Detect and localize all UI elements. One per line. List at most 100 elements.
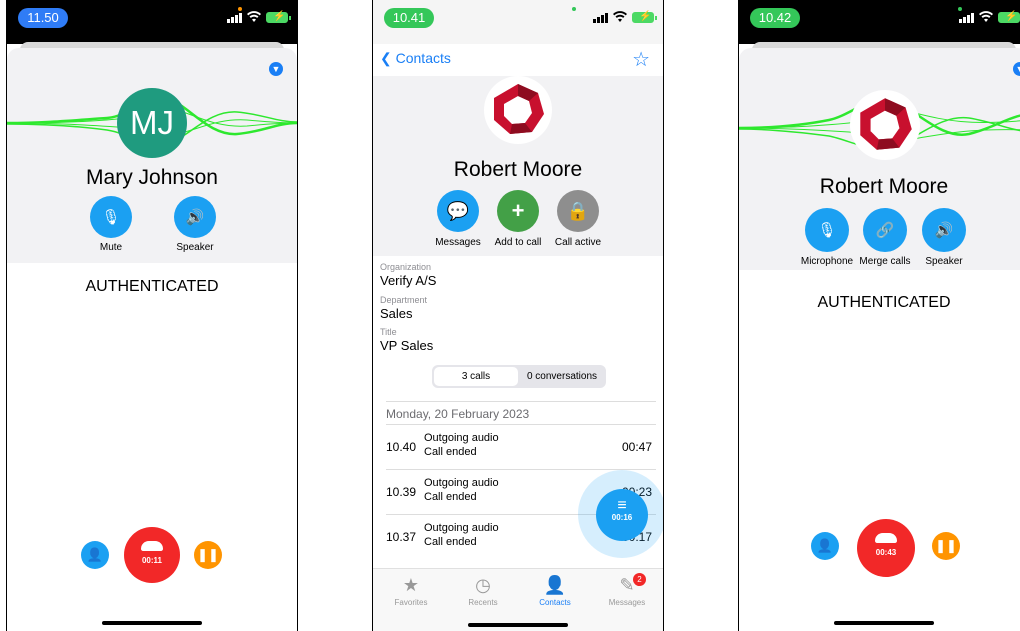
call-screen-mary-johnson: 11.50 ⚡ ▼ MJ Mary Johnson 🎙 Mute 🔊 Speak… [6, 0, 298, 631]
status-bar: 10.42 ⚡ [738, 0, 1020, 44]
call-active-button[interactable]: 🔒 [557, 190, 599, 232]
call-status: Call ended [424, 536, 477, 548]
end-call-button[interactable]: 00:43 [857, 519, 915, 577]
home-indicator[interactable] [468, 623, 568, 627]
organization-value: Verify A/S [380, 273, 437, 288]
speaker-icon: 🔊 [185, 209, 205, 226]
hang-up-icon [875, 533, 897, 543]
call-time: 10.37 [386, 530, 417, 544]
wifi-icon [247, 11, 261, 22]
battery-icon: ⚡ [998, 11, 1020, 23]
call-screen-robert-moore: 10.42 ⚡ ▼ Robert Moore 🎙 Microphone 🔗 Me… [738, 0, 1020, 631]
call-sheet: ▼ MJ Mary Johnson 🎙 Mute 🔊 Speaker AUTHE… [7, 48, 297, 631]
auth-status: AUTHENTICATED [85, 278, 219, 295]
cellular-signal-icon [227, 12, 242, 23]
favorite-star-icon[interactable]: ☆ [632, 47, 650, 72]
active-call-timer: 00:16 [611, 513, 633, 522]
speaker-button[interactable]: 🔊 [922, 208, 966, 252]
status-time: 11.50 [18, 8, 68, 28]
speaker-label: Speaker [925, 256, 963, 267]
speaker-label: Speaker [176, 242, 214, 253]
back-button[interactable]: ❮ Contacts [380, 50, 451, 67]
back-label: Contacts [395, 50, 451, 66]
hold-button[interactable]: ❚❚ [194, 541, 222, 569]
chevron-down-icon[interactable]: ▼ [269, 62, 283, 76]
contact-name: Mary Johnson [86, 166, 218, 189]
active-call-fab[interactable]: ≡ 00:16 [596, 489, 648, 541]
contact-details-robert-moore: 10.41 ⚡ ❮ Contacts ☆ Robert Moore 💬 Mess… [372, 0, 664, 631]
department-label: Department [380, 295, 428, 305]
organization-label: Organization [380, 262, 432, 272]
chat-icon: 💬 [446, 200, 470, 221]
contact-name: Robert Moore [453, 158, 583, 181]
tab-favorites[interactable]: ★ Favorites [381, 575, 441, 607]
clock-icon: ◷ [475, 575, 491, 595]
star-icon: ★ [402, 575, 420, 595]
add-participant-button[interactable]: 👤 [81, 541, 109, 569]
tab-bar: ★ Favorites ◷ Recents 👤 Contacts ✎ 2 Mes… [373, 568, 663, 631]
auth-status: AUTHENTICATED [817, 294, 951, 311]
call-type: Outgoing audio [424, 522, 499, 534]
status-time: 10.41 [384, 8, 434, 28]
tab-label: Favorites [394, 598, 428, 607]
call-timer: 00:43 [875, 548, 897, 557]
segment-conversations[interactable]: 0 conversations [520, 367, 604, 386]
speaker-icon: 🔊 [934, 222, 954, 239]
hold-button[interactable]: ❚❚ [932, 532, 960, 560]
date-header: Monday, 20 February 2023 [386, 407, 530, 421]
call-active-label: Call active [554, 237, 602, 248]
title-label: Title [380, 327, 397, 337]
add-participant-icon: 👤 [816, 538, 834, 553]
speaker-button[interactable]: 🔊 [174, 196, 216, 238]
microphone-icon: 🎙 [101, 209, 121, 226]
microphone-button[interactable]: 🎙 [805, 208, 849, 252]
tab-label: Recents [468, 598, 498, 607]
chevron-left-icon: ❮ [380, 50, 392, 66]
status-bar: 10.41 ⚡ [372, 0, 664, 44]
pause-icon: ❚❚ [935, 538, 957, 553]
status-bar: 11.50 ⚡ [6, 0, 298, 44]
wifi-icon [979, 11, 993, 22]
company-logo [850, 90, 920, 160]
mute-button[interactable]: 🎙 [90, 196, 132, 238]
call-status: Call ended [424, 491, 477, 503]
home-indicator[interactable] [102, 621, 202, 625]
plus-icon: + [511, 198, 525, 223]
tab-messages[interactable]: ✎ 2 Messages [597, 573, 657, 607]
contact-name: Robert Moore [819, 175, 949, 198]
cellular-signal-icon [593, 12, 608, 23]
call-sheet: ▼ Robert Moore 🎙 Microphone 🔗 Merge call… [739, 48, 1020, 631]
add-participant-icon: 👤 [86, 547, 104, 562]
unread-badge: 2 [633, 573, 646, 586]
history-segmented-control: 3 calls 0 conversations [432, 365, 606, 388]
battery-icon: ⚡ [632, 11, 657, 23]
link-icon: 🔗 [875, 222, 895, 239]
add-to-call-button[interactable]: + [497, 190, 539, 232]
camera-in-use-dot [572, 7, 576, 11]
end-call-button[interactable]: 00:11 [124, 527, 180, 583]
chevron-down-icon[interactable]: ▼ [1013, 62, 1020, 76]
messages-button[interactable]: 💬 [437, 190, 479, 232]
call-time: 10.40 [386, 440, 417, 454]
add-participant-button[interactable]: 👤 [811, 532, 839, 560]
lock-icon: 🔒 [566, 200, 590, 221]
merge-calls-button[interactable]: 🔗 [863, 208, 907, 252]
segment-calls[interactable]: 3 calls [434, 367, 518, 386]
compose-icon: ✎ [619, 575, 635, 595]
person-icon: 👤 [543, 575, 567, 595]
call-type: Outgoing audio [424, 432, 499, 444]
tab-recents[interactable]: ◷ Recents [453, 575, 513, 607]
wifi-icon [613, 11, 627, 22]
call-history-row[interactable]: 10.40 Outgoing audio Call ended 00:47 [372, 426, 664, 470]
cellular-signal-icon [959, 12, 974, 23]
battery-icon: ⚡ [266, 11, 291, 23]
call-timer: 00:11 [141, 556, 163, 565]
tab-label: Messages [608, 598, 646, 607]
call-status: Call ended [424, 446, 477, 458]
call-type: Outgoing audio [424, 477, 499, 489]
title-value: VP Sales [380, 338, 434, 353]
home-indicator[interactable] [834, 621, 934, 625]
mute-label: Mute [99, 242, 123, 253]
tab-label: Contacts [539, 598, 571, 607]
tab-contacts[interactable]: 👤 Contacts [525, 575, 585, 607]
